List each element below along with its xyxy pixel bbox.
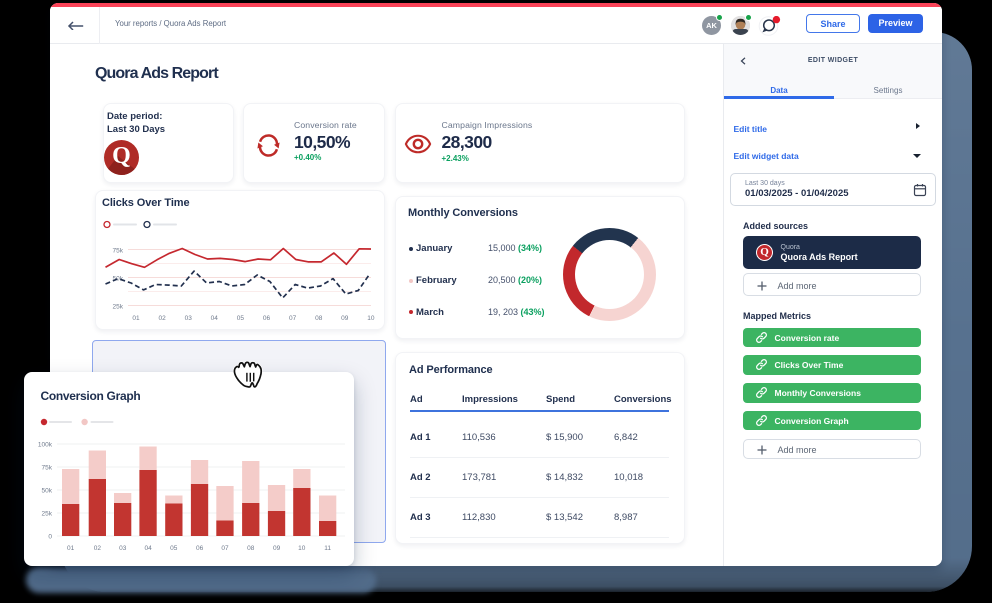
svg-text:02: 02	[94, 545, 102, 552]
svg-text:10: 10	[298, 545, 306, 552]
svg-text:09: 09	[341, 315, 349, 322]
svg-text:08: 08	[315, 315, 323, 322]
svg-text:100k: 100k	[38, 442, 53, 449]
svg-text:02: 02	[158, 315, 166, 322]
svg-text:03: 03	[185, 315, 193, 322]
svg-text:03: 03	[119, 545, 127, 552]
svg-text:25k: 25k	[113, 304, 124, 311]
svg-text:05: 05	[170, 545, 178, 552]
svg-text:10: 10	[367, 315, 375, 322]
svg-text:01: 01	[67, 545, 75, 552]
svg-text:04: 04	[144, 545, 152, 552]
svg-text:25k: 25k	[42, 511, 53, 518]
svg-text:06: 06	[263, 315, 271, 322]
svg-text:11: 11	[324, 545, 331, 552]
svg-text:06: 06	[196, 545, 204, 552]
svg-text:75k: 75k	[113, 248, 124, 255]
svg-text:04: 04	[211, 315, 219, 322]
svg-text:05: 05	[237, 315, 245, 322]
svg-text:0: 0	[48, 534, 52, 541]
svg-text:08: 08	[247, 545, 255, 552]
svg-text:50k: 50k	[42, 488, 53, 495]
svg-text:01: 01	[132, 315, 140, 322]
svg-text:07: 07	[221, 545, 229, 552]
svg-text:07: 07	[289, 315, 297, 322]
svg-text:75k: 75k	[42, 465, 53, 472]
svg-text:09: 09	[273, 545, 281, 552]
